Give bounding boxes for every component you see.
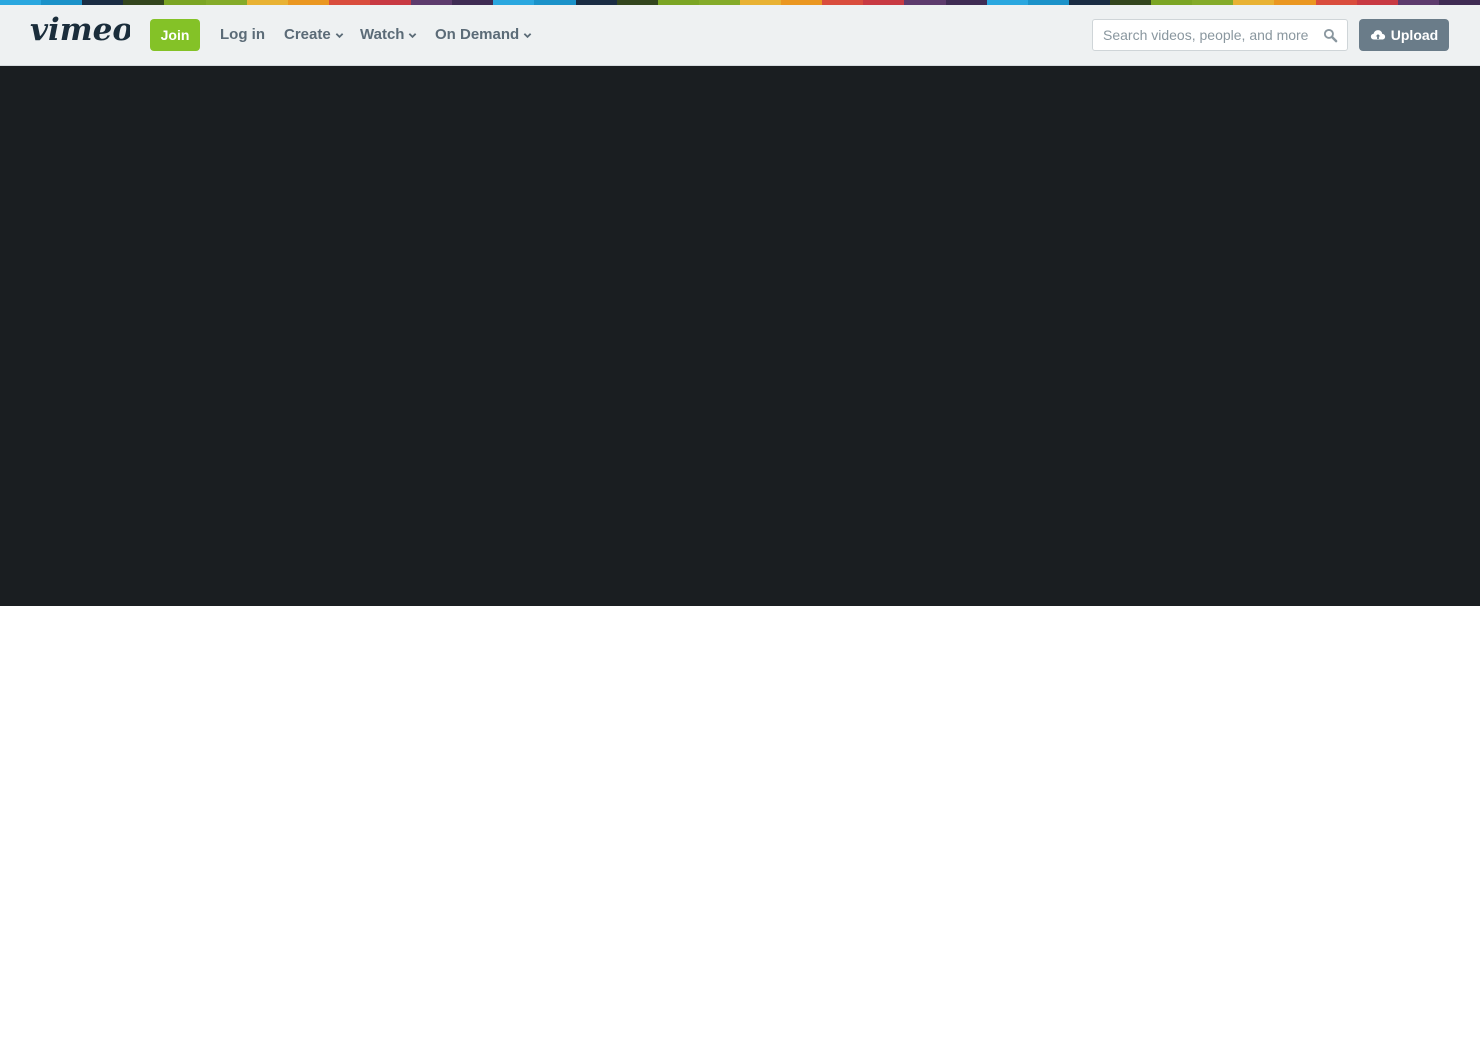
top-navigation-bar: vimeo Join Log in Create Watch On Demand bbox=[0, 5, 1480, 66]
search-input[interactable] bbox=[1093, 20, 1319, 50]
search-box bbox=[1092, 19, 1348, 51]
page-content-area bbox=[0, 606, 1480, 1037]
create-label: Create bbox=[284, 26, 331, 43]
on-demand-menu[interactable]: On Demand bbox=[435, 19, 532, 51]
watch-label: Watch bbox=[360, 26, 405, 43]
upload-button[interactable]: Upload bbox=[1359, 19, 1449, 51]
search-icon[interactable] bbox=[1323, 28, 1338, 43]
join-button[interactable]: Join bbox=[150, 19, 200, 51]
chevron-down-icon bbox=[409, 32, 417, 38]
on-demand-label: On Demand bbox=[435, 26, 520, 43]
cloud-upload-icon bbox=[1370, 30, 1385, 40]
upload-label: Upload bbox=[1390, 27, 1439, 43]
create-menu[interactable]: Create bbox=[284, 19, 344, 51]
video-player-area[interactable] bbox=[0, 66, 1480, 606]
login-label: Log in bbox=[220, 26, 265, 43]
login-link[interactable]: Log in bbox=[220, 19, 265, 51]
watch-menu[interactable]: Watch bbox=[360, 19, 417, 51]
chevron-down-icon bbox=[335, 32, 343, 38]
chevron-down-icon bbox=[523, 32, 532, 38]
svg-text:vimeo: vimeo bbox=[30, 13, 130, 48]
vimeo-logo[interactable]: vimeo bbox=[30, 13, 130, 49]
